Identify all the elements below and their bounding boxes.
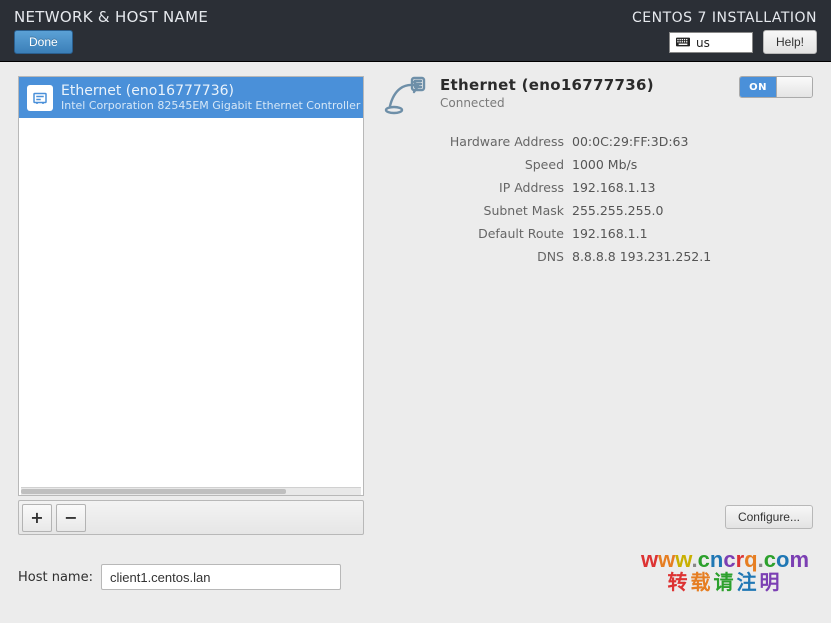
device-list-toolbar: + − [18,500,364,535]
device-subtitle: Intel Corporation 82545EM Gigabit Ethern… [61,99,364,112]
prop-val: 00:0C:29:FF:3D:63 [572,134,688,149]
keyboard-layout-selector[interactable]: us [669,32,753,53]
add-device-button[interactable]: + [22,504,52,532]
horizontal-scrollbar[interactable] [21,487,361,495]
prop-row: Hardware Address 00:0C:29:FF:3D:63 [384,134,813,149]
hostname-label: Host name: [18,570,93,585]
prop-key: Subnet Mask [384,203,564,218]
interface-title: Ethernet (eno16777736) [440,76,727,94]
prop-row: Default Route 192.168.1.1 [384,226,813,241]
installer-title: CENTOS 7 INSTALLATION [632,10,817,26]
device-list-item[interactable]: Ethernet (eno16777736) Intel Corporation… [19,77,363,118]
interface-properties: Hardware Address 00:0C:29:FF:3D:63 Speed 1… [384,134,813,272]
ethernet-icon [27,85,53,111]
remove-device-button[interactable]: − [56,504,86,532]
prop-val: 255.255.255.0 [572,203,663,218]
prop-row: IP Address 192.168.1.13 [384,180,813,195]
toggle-on-label: ON [740,77,776,97]
prop-key: IP Address [384,180,564,195]
watermark: www.cncrq.com 转载请注明 [641,548,809,594]
done-button[interactable]: Done [14,30,73,54]
device-title: Ethernet (eno16777736) [61,83,364,99]
prop-val: 8.8.8.8 193.231.252.1 [572,249,711,264]
device-list[interactable]: Ethernet (eno16777736) Intel Corporation… [18,76,364,496]
prop-key: DNS [384,249,564,264]
interface-toggle[interactable]: ON [739,76,813,98]
prop-row: Speed 1000 Mb/s [384,157,813,172]
prop-val: 1000 Mb/s [572,157,637,172]
scrollbar-thumb[interactable] [21,489,286,494]
header-bar: NETWORK & HOST NAME CENTOS 7 INSTALLATIO… [0,0,831,62]
interface-status: Connected [440,96,727,110]
prop-row: DNS 8.8.8.8 193.231.252.1 [384,249,813,264]
prop-key: Default Route [384,226,564,241]
prop-val: 192.168.1.13 [572,180,656,195]
keyboard-layout-label: us [696,36,710,50]
toggle-knob [776,77,812,97]
keyboard-icon [676,36,690,50]
nic-large-icon [384,76,428,120]
prop-key: Hardware Address [384,134,564,149]
prop-key: Speed [384,157,564,172]
help-button[interactable]: Help! [763,30,817,54]
configure-button[interactable]: Configure... [725,505,813,529]
prop-val: 192.168.1.1 [572,226,648,241]
prop-row: Subnet Mask 255.255.255.0 [384,203,813,218]
hostname-input[interactable] [101,564,341,590]
